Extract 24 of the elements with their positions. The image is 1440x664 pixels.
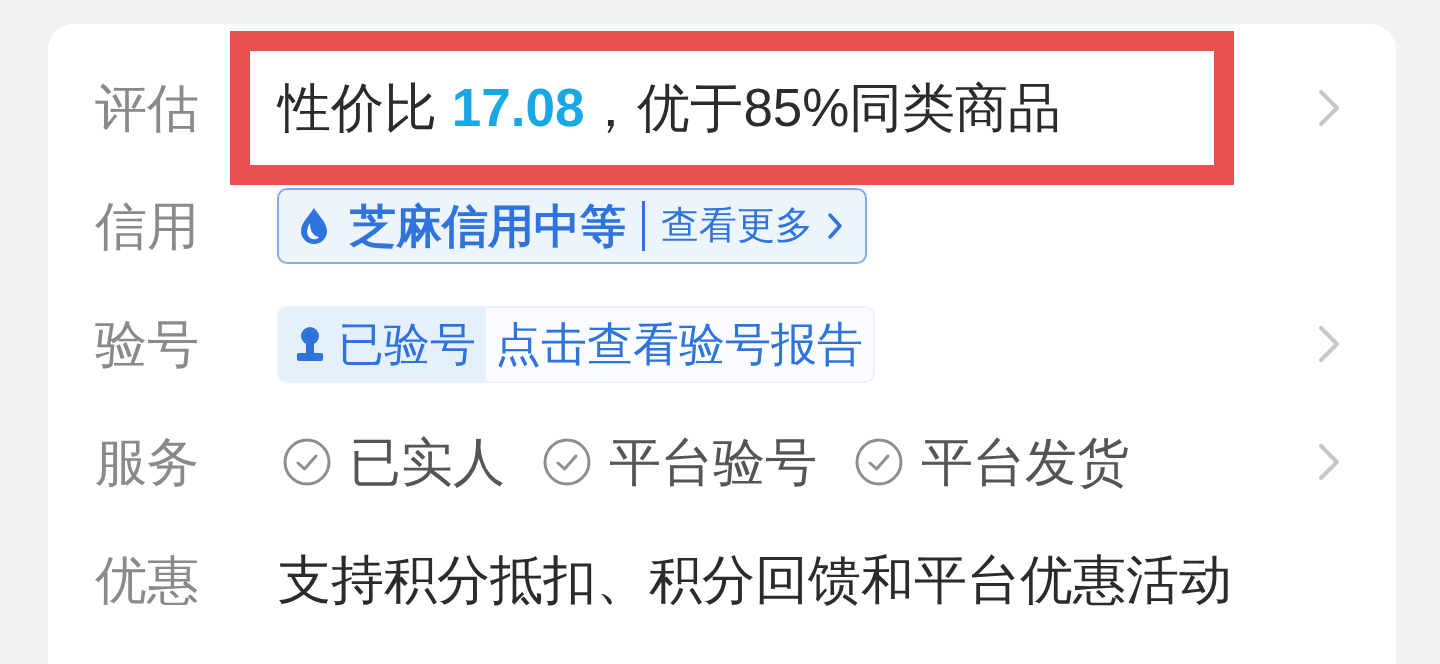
stamp-icon bbox=[296, 326, 324, 362]
check-circle-icon bbox=[283, 438, 331, 486]
view-more-link[interactable]: 查看更多 bbox=[661, 205, 843, 247]
chevron-icon[interactable] bbox=[1318, 443, 1340, 481]
verified-label: 已验号 bbox=[338, 318, 476, 370]
row-label: 验号 bbox=[95, 313, 200, 375]
service-label: 已实人 bbox=[349, 431, 505, 493]
verification-badge[interactable]: 已验号 点击查看验号报告 bbox=[277, 305, 875, 383]
row-label: 服务 bbox=[95, 431, 200, 493]
row-label: 优惠 bbox=[95, 549, 200, 611]
chevron-icon[interactable] bbox=[1318, 325, 1340, 363]
row-label: 信用 bbox=[95, 195, 200, 257]
drop-icon bbox=[300, 207, 328, 245]
value-text: 性价比 17.08，优于85%同类商品 bbox=[278, 77, 1062, 140]
chevron-icon[interactable] bbox=[1318, 89, 1340, 127]
value-text: 支持积分抵扣、积分回馈和平台优惠活动 bbox=[278, 549, 1232, 612]
chevron-icon bbox=[827, 212, 843, 240]
check-circle-icon bbox=[855, 438, 903, 486]
service-label: 平台发货 bbox=[921, 431, 1129, 493]
check-circle-icon bbox=[543, 438, 591, 486]
service-label: 平台验号 bbox=[609, 431, 817, 493]
row-label: 评估 bbox=[95, 77, 200, 139]
credit-rating: 芝麻信用中等 bbox=[350, 200, 626, 252]
credit-badge[interactable]: 芝麻信用中等 查看更多 bbox=[277, 188, 867, 264]
